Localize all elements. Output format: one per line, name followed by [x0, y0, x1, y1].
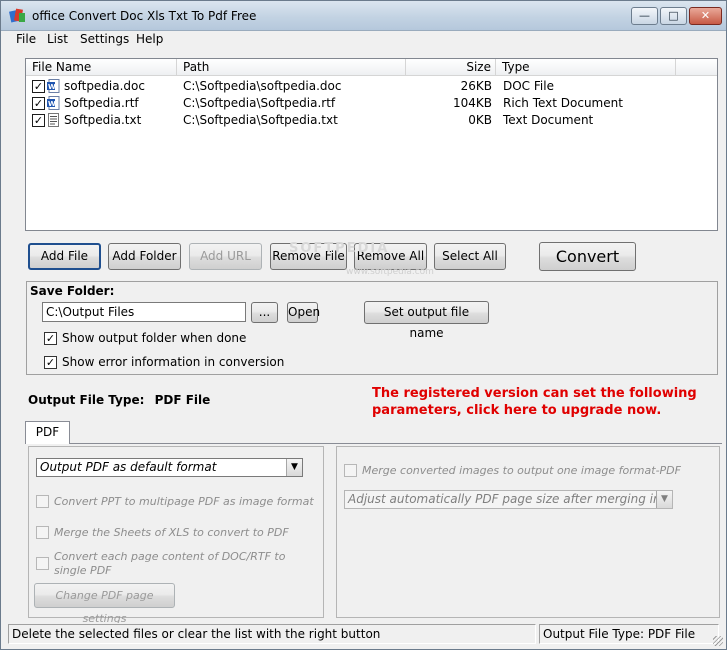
- word-doc-icon: W: [47, 96, 60, 110]
- row-checkbox[interactable]: ✓: [32, 114, 45, 127]
- column-header-size[interactable]: Size: [406, 59, 496, 76]
- open-folder-button[interactable]: Open: [287, 302, 320, 323]
- row-path: C:\Softpedia\Softpedia.rtf: [183, 96, 336, 110]
- adjust-page-size-select-value: Adjust automatically PDF page size after…: [348, 492, 672, 506]
- show-error-info-label: Show error information in conversion: [62, 355, 285, 369]
- text-file-icon: [48, 113, 59, 127]
- merge-images-checkbox[interactable]: [344, 464, 357, 477]
- app-icon: [9, 8, 25, 23]
- merge-xls-checkbox[interactable]: [36, 526, 49, 539]
- merge-images-label: Merge converted images to output one ima…: [362, 464, 681, 477]
- pdf-format-select[interactable]: Output PDF as default format ▼: [36, 458, 303, 477]
- convert-button[interactable]: Convert: [539, 242, 636, 271]
- row-type: DOC File: [503, 79, 554, 93]
- row-type: Rich Text Document: [503, 96, 623, 110]
- minimize-button[interactable]: —: [631, 7, 658, 25]
- table-row[interactable]: ✓ Softpedia.txt C:\Softpedia\Softpedia.t…: [26, 112, 717, 129]
- status-output-type: Output File Type: PDF File: [539, 624, 719, 644]
- window-title: office Convert Doc Xls Txt To Pdf Free: [32, 9, 257, 23]
- upgrade-link[interactable]: The registered version can set the follo…: [372, 385, 702, 419]
- menu-help[interactable]: Help: [136, 32, 163, 46]
- set-output-file-name-button[interactable]: Set output file name: [364, 301, 489, 340]
- row-size: 0KB: [468, 113, 492, 127]
- each-page-checkbox[interactable]: [36, 557, 49, 570]
- output-file-type: Output File Type: PDF File: [28, 393, 210, 407]
- save-folder-label: Save Folder:: [30, 284, 115, 298]
- add-file-button[interactable]: Add File: [28, 243, 101, 270]
- table-row[interactable]: ✓ W Softpedia.rtf C:\Softpedia\Softpedia…: [26, 95, 717, 112]
- output-file-type-label: Output File Type:: [28, 393, 145, 407]
- watermark: SOFTPEDIA: [289, 241, 390, 256]
- tab-pdf[interactable]: PDF: [25, 421, 70, 444]
- ppt-multipage-checkbox[interactable]: [36, 495, 49, 508]
- ppt-multipage-label: Convert PPT to multipage PDF as image fo…: [54, 495, 314, 508]
- svg-text:W: W: [48, 83, 56, 91]
- row-checkbox[interactable]: ✓: [32, 80, 45, 93]
- each-page-label: Convert each page content of DOC/RTF to …: [54, 550, 286, 577]
- add-folder-button[interactable]: Add Folder: [108, 243, 181, 270]
- column-header-path[interactable]: Path: [177, 59, 406, 76]
- row-file-name: softpedia.doc: [64, 79, 145, 93]
- maximize-button[interactable]: □: [660, 7, 687, 25]
- chevron-down-icon[interactable]: ▼: [286, 459, 302, 476]
- browse-button[interactable]: ...: [251, 302, 278, 323]
- add-url-button[interactable]: Add URL: [189, 243, 262, 270]
- row-file-name: Softpedia.rtf: [64, 96, 139, 110]
- column-header-type[interactable]: Type: [496, 59, 676, 76]
- select-all-button[interactable]: Select All: [434, 243, 506, 270]
- menu-list[interactable]: List: [47, 32, 68, 46]
- chevron-down-icon[interactable]: ▼: [656, 491, 672, 508]
- file-list-header: File Name Path Size Type: [26, 59, 717, 76]
- show-error-info-checkbox[interactable]: ✓: [44, 356, 57, 369]
- title-bar[interactable]: office Convert Doc Xls Txt To Pdf Free —…: [1, 1, 726, 31]
- image-options-panel: Merge converted images to output one ima…: [336, 446, 720, 618]
- svg-text:W: W: [48, 100, 56, 108]
- row-type: Text Document: [503, 113, 594, 127]
- table-row[interactable]: ✓ W softpedia.doc C:\Softpedia\softpedia…: [26, 78, 717, 95]
- pdf-page-settings-button[interactable]: Change PDF page settings: [34, 583, 175, 625]
- save-folder-panel: Save Folder: C:\Output Files ... Open Se…: [26, 281, 718, 375]
- status-hint: Delete the selected files or clear the l…: [8, 624, 536, 644]
- save-folder-input[interactable]: C:\Output Files: [42, 302, 246, 322]
- status-bar: Delete the selected files or clear the l…: [1, 623, 726, 649]
- merge-xls-label: Merge the Sheets of XLS to convert to PD…: [54, 526, 289, 539]
- row-size: 26KB: [460, 79, 492, 93]
- show-output-folder-checkbox[interactable]: ✓: [44, 332, 57, 345]
- pdf-format-select-value: Output PDF as default format: [40, 460, 217, 474]
- resize-grip-icon[interactable]: [713, 636, 723, 646]
- watermark-url: www.softpedia.com: [346, 267, 434, 277]
- pdf-options-panel: Output PDF as default format ▼ Convert P…: [28, 446, 324, 625]
- menu-settings[interactable]: Settings: [80, 32, 129, 46]
- close-button[interactable]: ✕: [689, 7, 722, 25]
- output-file-type-value: PDF File: [154, 393, 211, 407]
- row-size: 104KB: [452, 96, 492, 110]
- row-checkbox[interactable]: ✓: [32, 97, 45, 110]
- row-path: C:\Softpedia\softpedia.doc: [183, 79, 342, 93]
- menu-bar: File List Settings Help: [1, 31, 726, 49]
- row-path: C:\Softpedia\Softpedia.txt: [183, 113, 338, 127]
- word-doc-icon: W: [47, 79, 60, 93]
- row-file-name: Softpedia.txt: [64, 113, 142, 127]
- menu-file[interactable]: File: [16, 32, 36, 46]
- column-header-file-name[interactable]: File Name: [26, 59, 177, 76]
- file-list[interactable]: File Name Path Size Type ✓ W softpedia.d…: [25, 58, 718, 231]
- main-window: office Convert Doc Xls Txt To Pdf Free —…: [0, 0, 727, 650]
- show-output-folder-label: Show output folder when done: [62, 331, 247, 345]
- adjust-page-size-select[interactable]: Adjust automatically PDF page size after…: [344, 490, 673, 509]
